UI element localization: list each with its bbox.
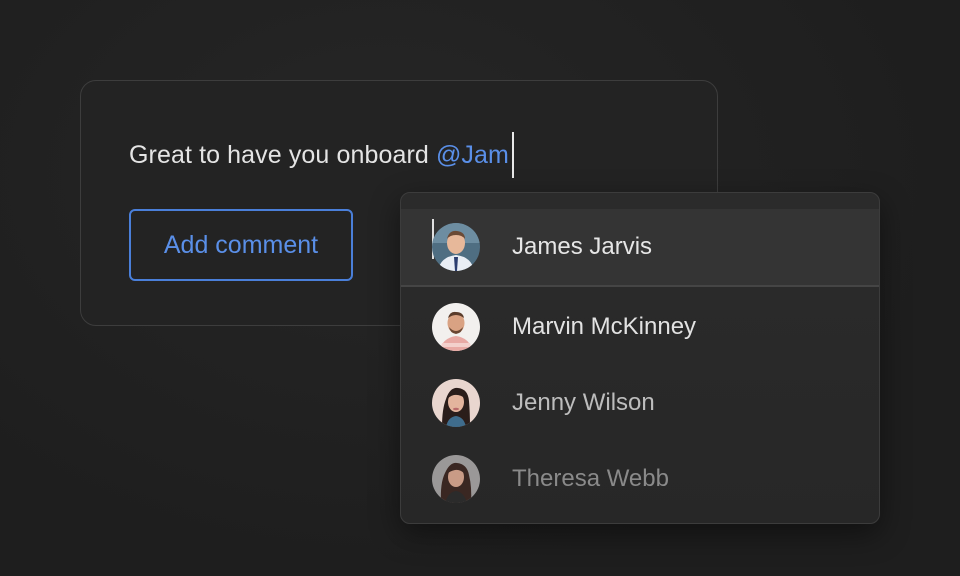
- mention-option-label: Jenny Wilson: [512, 389, 655, 416]
- mention-option-label: Theresa Webb: [512, 465, 669, 492]
- comment-text: Great to have you onboard: [129, 140, 429, 169]
- mention-option-label: James Jarvis: [512, 233, 653, 260]
- avatar-james-jarvis: [432, 223, 480, 271]
- mention-option-theresa-webb[interactable]: Theresa Webb: [401, 441, 879, 517]
- add-comment-button[interactable]: Add comment: [129, 209, 353, 281]
- mention-option-jenny-wilson[interactable]: Jenny Wilson: [401, 365, 879, 441]
- mention-option-label: Marvin McKinney: [512, 313, 697, 340]
- mention-option-marvin-mckinney[interactable]: Marvin McKinney: [401, 289, 879, 365]
- avatar-theresa-webb: [432, 455, 480, 503]
- mention-dropdown: rch James Jarvis: [400, 192, 880, 524]
- avatar-marvin-mckinney: [432, 303, 480, 351]
- mention-option-james-jarvis[interactable]: James Jarvis: [401, 209, 879, 287]
- avatar-jenny-wilson: [432, 379, 480, 427]
- text-cursor: [511, 132, 514, 178]
- mention-token: @Jam: [435, 140, 509, 169]
- comment-input[interactable]: Great to have you onboard @Jam: [129, 132, 514, 178]
- canvas: Great to have you onboard @Jam Add comme…: [0, 0, 960, 576]
